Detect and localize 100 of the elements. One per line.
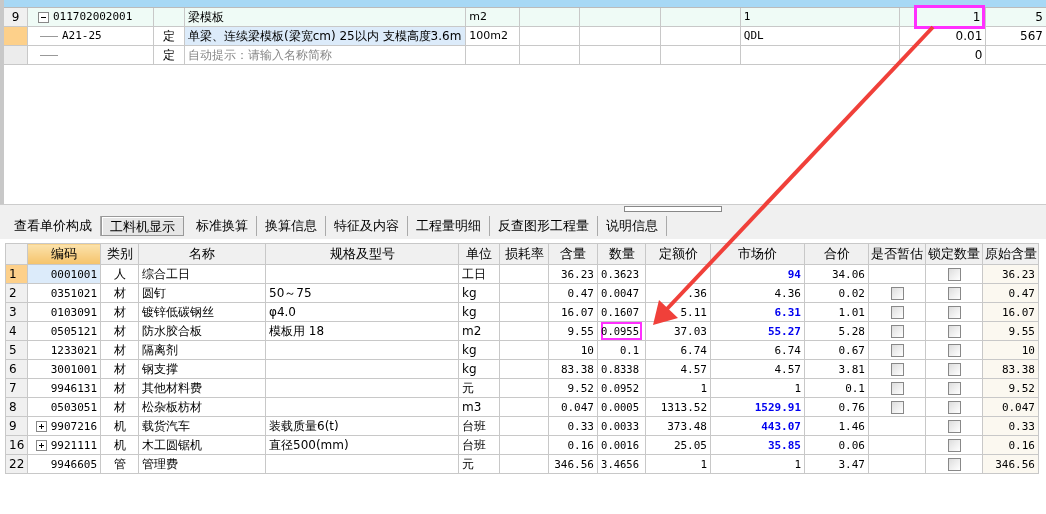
table-cell: kg	[458, 302, 500, 322]
table-cell: 1	[899, 8, 987, 26]
checkbox[interactable]	[947, 382, 961, 395]
column-header[interactable]: 合价	[804, 243, 869, 265]
table-cell-text: 0.0016	[601, 438, 640, 453]
table-cell: 34.06	[804, 264, 869, 284]
tab[interactable]: 工料机显示	[101, 216, 184, 236]
table-cell: 25.05	[645, 435, 711, 455]
checkbox[interactable]	[890, 306, 904, 319]
column-header[interactable]: 名称	[138, 243, 266, 265]
table-cell: 6.31	[710, 302, 805, 322]
table-cell: 圆钉	[138, 283, 266, 303]
tab[interactable]: 标准换算	[188, 216, 257, 236]
table-cell-text: 0.8338	[601, 362, 640, 377]
table-cell: kg	[458, 340, 500, 360]
checkbox[interactable]	[947, 306, 961, 319]
checkbox[interactable]	[947, 344, 961, 357]
table-cell: 4.57	[645, 359, 711, 379]
column-header[interactable]: 单位	[458, 243, 500, 265]
checkbox[interactable]	[890, 382, 904, 395]
item-code: 011702002001	[52, 9, 133, 25]
table-cell: 9907216	[27, 416, 101, 436]
table-cell-text: 0.1	[619, 343, 640, 358]
table-cell: 1.01	[804, 302, 869, 322]
checkbox[interactable]	[890, 344, 904, 357]
checkbox[interactable]	[947, 325, 961, 338]
column-header[interactable]: 类别	[100, 243, 139, 265]
table-cell: 9946131	[27, 378, 101, 398]
tab[interactable]: 换算信息	[257, 216, 326, 236]
checkbox[interactable]	[947, 458, 961, 471]
column-header[interactable]: 锁定数量	[925, 243, 983, 265]
table-cell: 钢支撑	[138, 359, 266, 379]
table-cell: 0.01	[899, 27, 987, 45]
checkbox[interactable]	[947, 439, 961, 452]
checkbox[interactable]	[947, 268, 961, 281]
table-cell-text: 0.1607	[601, 305, 640, 320]
table-cell: kg	[458, 283, 500, 303]
table-cell: QDL	[740, 27, 900, 45]
table-cell: 1.46	[804, 416, 869, 436]
column-header[interactable]: 数量	[597, 243, 646, 265]
column-header[interactable]: 损耗率	[499, 243, 549, 265]
table-cell: 单梁、连续梁模板(梁宽cm) 25以内 支模高度3.6m	[185, 27, 467, 45]
table-cell: 6.74	[710, 340, 805, 360]
expand-icon[interactable]	[35, 440, 47, 451]
table-cell: 443.07	[710, 416, 805, 436]
table-cell: 0505121	[27, 321, 101, 341]
table-cell: 0.047	[548, 397, 598, 417]
column-header[interactable]: 规格及型号	[265, 243, 459, 265]
table-cell: 0.33	[548, 416, 598, 436]
table-cell: 3001001	[27, 359, 101, 379]
checkbox[interactable]	[947, 401, 961, 414]
expand-icon[interactable]	[35, 421, 47, 432]
table-cell-text: 0.0952	[601, 381, 640, 396]
table-cell: 83.38	[548, 359, 598, 379]
splitter-handle[interactable]	[624, 206, 722, 212]
table-cell: 综合工日	[138, 264, 266, 284]
checkbox[interactable]	[947, 287, 961, 300]
table-cell: 载货汽车	[138, 416, 266, 436]
table-cell: 材	[100, 378, 139, 398]
table-cell-text: 0.0033	[601, 419, 640, 434]
table-cell: 55.27	[710, 321, 805, 341]
row-number: 9	[4, 8, 28, 26]
column-header[interactable]: 编码	[27, 243, 101, 265]
table-cell: 9.52	[548, 378, 598, 398]
column-header[interactable]: 含量	[548, 243, 598, 265]
tab[interactable]: 说明信息	[598, 216, 667, 236]
table-cell: 0	[899, 46, 987, 64]
table-cell: 373.48	[645, 416, 711, 436]
tab[interactable]: 特征及内容	[326, 216, 408, 236]
column-header[interactable]: 市场价	[710, 243, 805, 265]
table-cell: 35.85	[710, 435, 805, 455]
column-header[interactable]: 定额价	[645, 243, 711, 265]
table-cell: 机	[100, 416, 139, 436]
checkbox[interactable]	[947, 363, 961, 376]
table-cell: 防水胶合板	[138, 321, 266, 341]
tab[interactable]: 工程量明细	[408, 216, 490, 236]
table-cell: 工日	[458, 264, 500, 284]
table-cell: 材	[100, 359, 139, 379]
table-cell: 4.57	[710, 359, 805, 379]
collapse-icon[interactable]	[37, 11, 49, 23]
table-cell: 管理费	[138, 454, 266, 474]
input-hint: 自动提示：请输入名称简称	[188, 47, 332, 64]
table-cell: φ4.0	[265, 302, 459, 322]
checkbox[interactable]	[947, 420, 961, 433]
checkbox[interactable]	[890, 401, 904, 414]
table-cell: 0103091	[27, 302, 101, 322]
table-cell: 1529.91	[710, 397, 805, 417]
table-cell: m2	[466, 8, 520, 26]
column-header[interactable]: 原始含量	[982, 243, 1039, 265]
table-cell-text: 0.3623	[601, 267, 640, 282]
table-cell: 5.28	[804, 321, 869, 341]
column-header[interactable]: 是否暂估	[868, 243, 926, 265]
checkbox[interactable]	[890, 363, 904, 376]
table-cell: 1	[740, 8, 900, 26]
table-cell: 定	[154, 46, 185, 64]
tab[interactable]: 反查图形工程量	[490, 216, 598, 236]
table-cell: 木工圆锯机	[138, 435, 266, 455]
table-cell: 9921111	[27, 435, 101, 455]
checkbox[interactable]	[890, 325, 904, 338]
checkbox[interactable]	[890, 287, 904, 300]
